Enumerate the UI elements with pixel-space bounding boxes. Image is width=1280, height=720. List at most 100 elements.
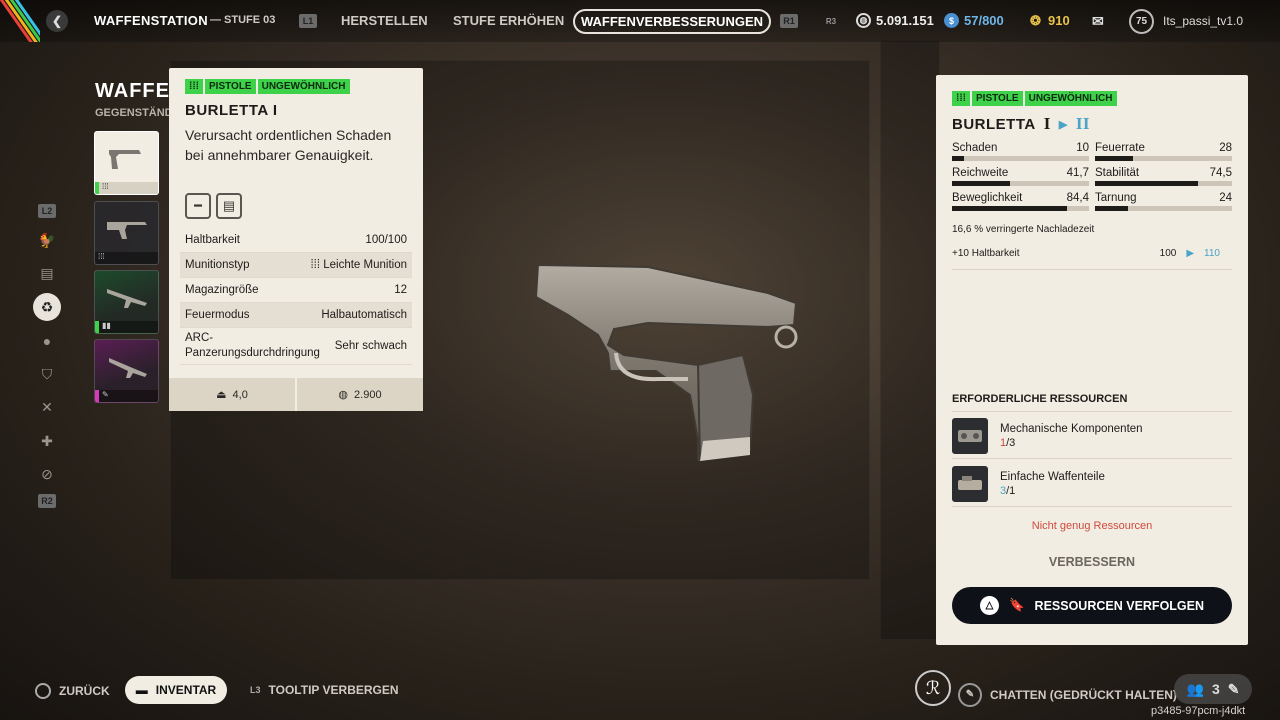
bench-icon[interactable]: ▤ <box>33 260 61 288</box>
ammo-icon: ⁞⁞⁞ <box>310 259 324 271</box>
seed-icon: ❂ <box>1030 12 1041 28</box>
medkit-icon[interactable]: ✚ <box>33 427 61 455</box>
triangle-button-icon: △ <box>979 596 999 615</box>
weight-field: ⏏ 4,0 <box>169 378 297 411</box>
item-name: BURLETTA I <box>185 102 278 119</box>
tier-current: I <box>1043 114 1051 133</box>
rifle-icon <box>107 222 147 239</box>
tokens-counter: $ 57/800 <box>944 13 1004 28</box>
tools-icon[interactable]: ✕ <box>33 394 61 422</box>
stat-fill <box>1095 156 1134 161</box>
upgrade-panel: ⁞⁞⁞ PISTOLE UNGEWÖHNLICH BURLETTA I ▶ II… <box>936 75 1248 645</box>
tab-stufe-erhoehen[interactable]: STUFE ERHÖHEN <box>453 13 564 28</box>
station-title: WAFFENSTATION <box>94 13 208 28</box>
stat-track <box>1095 156 1232 161</box>
panel-weapon-name: BURLETTA I ▶ II <box>952 114 1091 133</box>
stat-bar: Beweglichkeit 84,4 <box>952 192 1089 211</box>
no-signal-icon[interactable]: ⊘ <box>33 461 61 489</box>
coin-icon: ◍ <box>338 389 349 401</box>
mail-icon: ✉ <box>1092 13 1104 29</box>
play-arrow-icon: ▶ <box>1058 118 1068 131</box>
l2-button-chip: L2 <box>38 204 56 218</box>
ammo-icon: ⁞⁞⁞ <box>185 79 203 94</box>
resource-item[interactable]: Mechanische Komponenten 1/3 <box>952 413 1232 459</box>
stat-fill <box>952 156 965 161</box>
ammo-icon: ⁞⁞⁞ <box>952 91 970 106</box>
back-arrow-button[interactable]: ❮ <box>46 10 68 32</box>
reload-note: 16,6 % verringerte Nachladezeit <box>952 224 1095 235</box>
weapon-slot-3[interactable]: ▮▮ <box>94 270 159 334</box>
chat-pen-icon: ✎ <box>958 683 982 707</box>
tooltip-footer: ⏏ 4,0 ◍ 2.900 <box>169 378 423 411</box>
stat-bar: Stabilität 74,5 <box>1095 167 1232 186</box>
grenade-icon[interactable]: ● <box>33 327 61 355</box>
l1-button-chip: L1 <box>299 14 317 28</box>
resource-item[interactable]: Einfache Waffenteile 3/1 <box>952 461 1232 507</box>
divider <box>952 411 1232 412</box>
username: Its_passi_tv1.0 <box>1163 14 1244 28</box>
seeds-counter: ❂ 910 <box>1028 12 1070 29</box>
brand-stripes <box>0 0 40 42</box>
back-action[interactable]: ZURÜCK <box>35 683 110 699</box>
tooltip-tags: ⁞⁞⁞ PISTOLE UNGEWÖHNLICH <box>185 79 352 94</box>
weapon-slot-4[interactable]: ✎ <box>94 339 159 403</box>
r3-button-chip: R3 <box>825 16 837 26</box>
tab-herstellen[interactable]: HERSTELLEN <box>341 13 428 28</box>
inventory-button[interactable]: ▬ INVENTAR <box>125 676 227 704</box>
stat-track <box>952 156 1089 161</box>
weight-icon: ⏏ <box>216 389 227 401</box>
stat-bar: Schaden 10 <box>952 142 1089 161</box>
stat-track <box>952 206 1089 211</box>
stat-track <box>952 181 1089 186</box>
l3-stick-icon: L3 <box>250 685 261 695</box>
stat-bar: Reichweite 41,7 <box>952 167 1089 186</box>
tag-rarity: UNGEWÖHNLICH <box>1024 91 1117 106</box>
item-description: Verursacht ordentlichen Schaden bei anne… <box>185 127 392 163</box>
insufficient-resources-warning: Nicht genug Ressourcen <box>1031 520 1153 532</box>
mechanical-parts-icon <box>952 417 988 454</box>
stat-row: ARC-Panzerungsdurchdringung Sehr schwach <box>180 328 412 365</box>
price-field: ◍ 2.900 <box>338 388 382 402</box>
stat-bars: Schaden 10 Feuerrate 28 Reichweite 41,7 Stabil… <box>952 142 1232 211</box>
required-resources-title: ERFORDERLICHE RESSOURCEN <box>952 393 1128 405</box>
mail-button[interactable]: ✉ <box>1092 13 1104 30</box>
stat-row: Munitionstyp ⁞⁞⁞ Leichte Munition <box>180 253 412 278</box>
party-counter[interactable]: 👥 3 ✎ <box>1174 674 1252 704</box>
weapon-slot-2[interactable]: ⁞⁞⁞ <box>94 201 159 265</box>
tier-next: II <box>1075 114 1091 133</box>
r2-button-chip: R2 <box>38 494 56 508</box>
stat-row: Haltbarkeit 100/100 <box>180 228 412 253</box>
token-icon: $ <box>944 13 959 28</box>
shield-icon[interactable]: ⛉ <box>33 360 61 388</box>
toggle-tooltip-action[interactable]: L3 TOOLTIP VERBERGEN <box>250 683 399 697</box>
track-resources-button[interactable]: △ 🔖 RESSOURCEN VERFOLGEN <box>952 587 1232 624</box>
stat-track <box>1095 181 1232 186</box>
session-id: p3485-97pcm-j4dkt <box>1151 705 1246 717</box>
tab-waffenverbesserungen[interactable]: WAFFENVERBESSERUNGEN <box>573 9 771 34</box>
recycle-icon[interactable]: ♻ <box>33 293 61 321</box>
play-arrow-icon: ▶ <box>1186 248 1195 259</box>
background-cabinet <box>880 40 940 640</box>
item-stats-list: Haltbarkeit 100/100 Munitionstyp ⁞⁞⁞ Leich… <box>180 228 412 365</box>
stat-fill <box>952 181 1010 186</box>
launcher-icon <box>109 358 147 378</box>
tag-rarity: UNGEWÖHNLICH <box>257 79 350 94</box>
station-level: — STUFE 03 <box>210 14 276 26</box>
chicken-icon[interactable]: 🐓 <box>33 226 61 254</box>
tag-type: PISTOLE <box>972 91 1023 106</box>
chat-action[interactable]: ✎ CHATTEN (GEDRÜCKT HALTEN) <box>958 683 1177 707</box>
tag-type: PISTOLE <box>205 79 256 94</box>
pen-icon: ✎ <box>1227 680 1240 697</box>
stat-track <box>1095 206 1232 211</box>
bookmark-icon: 🔖 <box>1008 598 1025 612</box>
item-tooltip: ⁞⁞⁞ PISTOLE UNGEWÖHNLICH BURLETTA I Veru… <box>169 68 423 411</box>
weapon-slot-1[interactable]: ⁞⁞⁞ <box>94 131 159 195</box>
weapon-parts-icon <box>952 465 988 502</box>
muzzle-mod-icon[interactable]: ━ <box>185 193 211 219</box>
pistol-icon <box>109 150 141 169</box>
section-subtitle: GEGENSTÄND <box>95 107 173 119</box>
coin-icon: ◍ <box>856 13 871 28</box>
top-bar: ❮ WAFFENSTATION — STUFE 03 L1 HERSTELLEN… <box>0 0 1280 42</box>
improve-button[interactable]: VERBESSERN <box>936 555 1248 569</box>
magazine-mod-icon[interactable]: ▤ <box>216 193 242 219</box>
